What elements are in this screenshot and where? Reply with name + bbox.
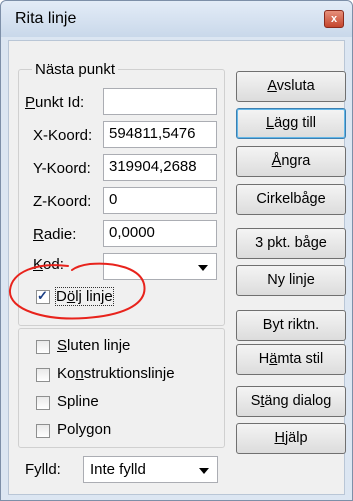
y-koord-label: Y-Koord: (33, 160, 91, 177)
tre-pkt-bage-button[interactable]: 3 pkt. båge (236, 228, 346, 259)
sluten-linje-checkbox[interactable] (36, 340, 50, 354)
kod-label: Kod: (33, 256, 64, 273)
next-point-legend: Nästa punkt (32, 61, 119, 78)
checkmark-icon: ✓ (37, 288, 48, 303)
sluten-linje-label: Sluten linje (57, 337, 131, 354)
lagg-till-button[interactable]: Lägg till (236, 108, 346, 139)
radie-label: Radie: (33, 226, 77, 243)
punkt-id-input[interactable] (103, 88, 217, 115)
polygon-label: Polygon (57, 421, 112, 438)
z-koord-input[interactable]: 0 (103, 187, 217, 214)
x-koord-label: X-Koord: (33, 127, 93, 144)
fill-dropdown[interactable]: Inte fylld (83, 456, 218, 483)
konstruktionslinje-checkbox[interactable] (36, 368, 50, 382)
title-bar[interactable]: Rita linje x (1, 1, 352, 37)
fill-value: Inte fylld (90, 461, 146, 478)
stang-dialog-button[interactable]: Stäng dialog (236, 386, 346, 417)
dolj-linje-checkbox[interactable]: ✓ (36, 288, 50, 304)
close-button[interactable]: x (324, 10, 344, 28)
fill-label: Fylld: (25, 461, 61, 478)
hjalp-button[interactable]: Hjälp (236, 423, 346, 454)
kod-dropdown[interactable] (103, 253, 217, 280)
ny-linje-button[interactable]: Ny linje (236, 265, 346, 296)
z-koord-label: Z-Koord: (33, 193, 92, 210)
avsluta-button[interactable]: Avsluta (236, 71, 346, 102)
chevron-down-icon[interactable] (198, 265, 208, 271)
hamta-stil-button[interactable]: Hämta stil (236, 344, 346, 375)
close-icon: x (330, 13, 338, 25)
konstruktionslinje-label: Konstruktionslinje (57, 365, 175, 382)
byt-riktn-button[interactable]: Byt riktn. (236, 310, 346, 341)
chevron-down-icon[interactable] (199, 468, 209, 474)
spline-label: Spline (57, 393, 99, 410)
dolj-linje-label: Dölj linje (55, 287, 114, 306)
punkt-id-label: Punkt Id: (25, 94, 85, 111)
y-koord-input[interactable]: 319904,2688 (103, 154, 217, 181)
polygon-checkbox[interactable] (36, 424, 50, 438)
x-koord-input[interactable]: 594811,5476 (103, 121, 217, 148)
radie-input[interactable]: 0,0000 (103, 220, 217, 247)
angra-button[interactable]: Ångra (236, 146, 346, 177)
spline-checkbox[interactable] (36, 396, 50, 410)
window-title: Rita linje (15, 10, 77, 27)
cirkelbage-button[interactable]: Cirkelbåge (236, 184, 346, 215)
